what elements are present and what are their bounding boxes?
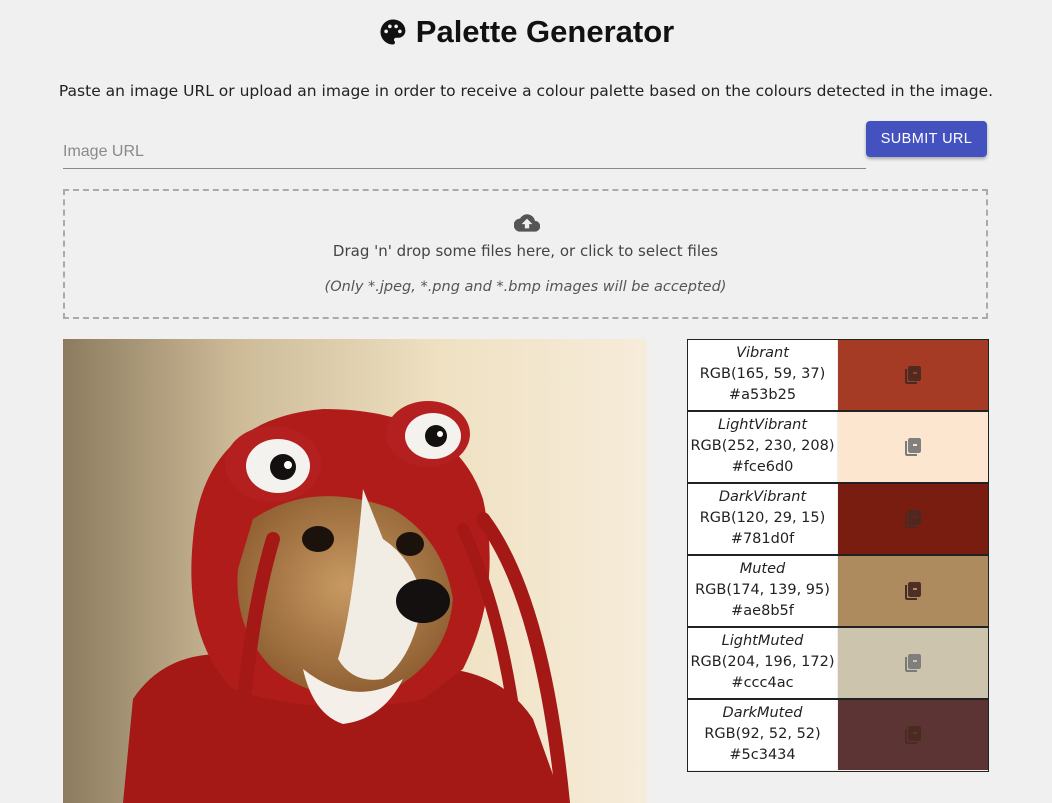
swatch-rgb: RGB(165, 59, 37)	[699, 366, 826, 382]
swatch-color-block[interactable]	[838, 412, 988, 482]
submit-url-button[interactable]: SUBMIT URL	[866, 121, 987, 157]
dropzone-text: Drag 'n' drop some files here, or click …	[332, 242, 719, 260]
swatch-color-block[interactable]	[838, 628, 988, 698]
swatch-color-block[interactable]	[838, 556, 988, 626]
copy-icon[interactable]	[905, 510, 921, 528]
swatch-name: Vibrant	[736, 345, 789, 361]
palette-swatch-muted: Muted RGB(174, 139, 95) #ae8b5f	[688, 556, 988, 628]
swatch-rgb: RGB(252, 230, 208)	[690, 438, 835, 454]
swatch-rgb: RGB(204, 196, 172)	[690, 654, 835, 670]
palette-swatch-darkmuted: DarkMuted RGB(92, 52, 52) #5c3434	[688, 700, 988, 770]
copy-icon[interactable]	[905, 438, 921, 456]
palette-swatch-darkvibrant: DarkVibrant RGB(120, 29, 15) #781d0f	[688, 484, 988, 556]
swatch-info: DarkMuted RGB(92, 52, 52) #5c3434	[688, 700, 838, 770]
swatch-info: LightMuted RGB(204, 196, 172) #ccc4ac	[688, 628, 838, 698]
page-subtitle: Paste an image URL or upload an image in…	[58, 82, 994, 100]
copy-icon[interactable]	[905, 582, 921, 600]
swatch-hex: #ae8b5f	[731, 603, 794, 619]
swatch-rgb: RGB(92, 52, 52)	[704, 726, 821, 742]
swatch-info: LightVibrant RGB(252, 230, 208) #fce6d0	[688, 412, 838, 482]
swatch-name: LightMuted	[721, 633, 804, 649]
palette-icon	[380, 19, 406, 45]
swatch-color-block[interactable]	[838, 700, 988, 770]
cloud-upload-icon	[514, 214, 540, 232]
swatch-name: DarkMuted	[722, 705, 803, 721]
swatch-info: DarkVibrant RGB(120, 29, 15) #781d0f	[688, 484, 838, 554]
dropzone-hint: (Only *.jpeg, *.png and *.bmp images wil…	[324, 279, 727, 295]
swatch-hex: #a53b25	[728, 387, 797, 403]
swatch-rgb: RGB(174, 139, 95)	[695, 582, 830, 598]
swatch-hex: #781d0f	[730, 531, 795, 547]
swatch-hex: #ccc4ac	[731, 675, 794, 691]
swatch-color-block[interactable]	[838, 340, 988, 410]
swatch-info: Vibrant RGB(165, 59, 37) #a53b25	[688, 340, 838, 410]
page-title-text: Palette Generator	[415, 14, 675, 49]
swatch-color-block[interactable]	[838, 484, 988, 554]
copy-icon[interactable]	[905, 366, 921, 384]
swatch-name: DarkVibrant	[718, 489, 807, 505]
palette-swatch-lightmuted: LightMuted RGB(204, 196, 172) #ccc4ac	[688, 628, 988, 700]
image-url-input[interactable]	[63, 135, 866, 169]
swatch-info: Muted RGB(174, 139, 95) #ae8b5f	[688, 556, 838, 626]
swatch-name: Muted	[739, 561, 786, 577]
palette-swatch-lightvibrant: LightVibrant RGB(252, 230, 208) #fce6d0	[688, 412, 988, 484]
uploaded-image	[63, 339, 647, 803]
palette-list: Vibrant RGB(165, 59, 37) #a53b25 LightVibra…	[687, 339, 989, 772]
swatch-hex: #fce6d0	[731, 459, 794, 475]
file-dropzone[interactable]: Drag 'n' drop some files here, or click …	[63, 189, 988, 319]
palette-swatch-vibrant: Vibrant RGB(165, 59, 37) #a53b25	[688, 340, 988, 412]
copy-icon[interactable]	[905, 726, 921, 744]
page-title: Palette Generator	[0, 14, 1052, 50]
swatch-name: LightVibrant	[717, 417, 808, 433]
copy-icon[interactable]	[905, 654, 921, 672]
swatch-hex: #5c3434	[729, 747, 796, 763]
swatch-rgb: RGB(120, 29, 15)	[699, 510, 826, 526]
